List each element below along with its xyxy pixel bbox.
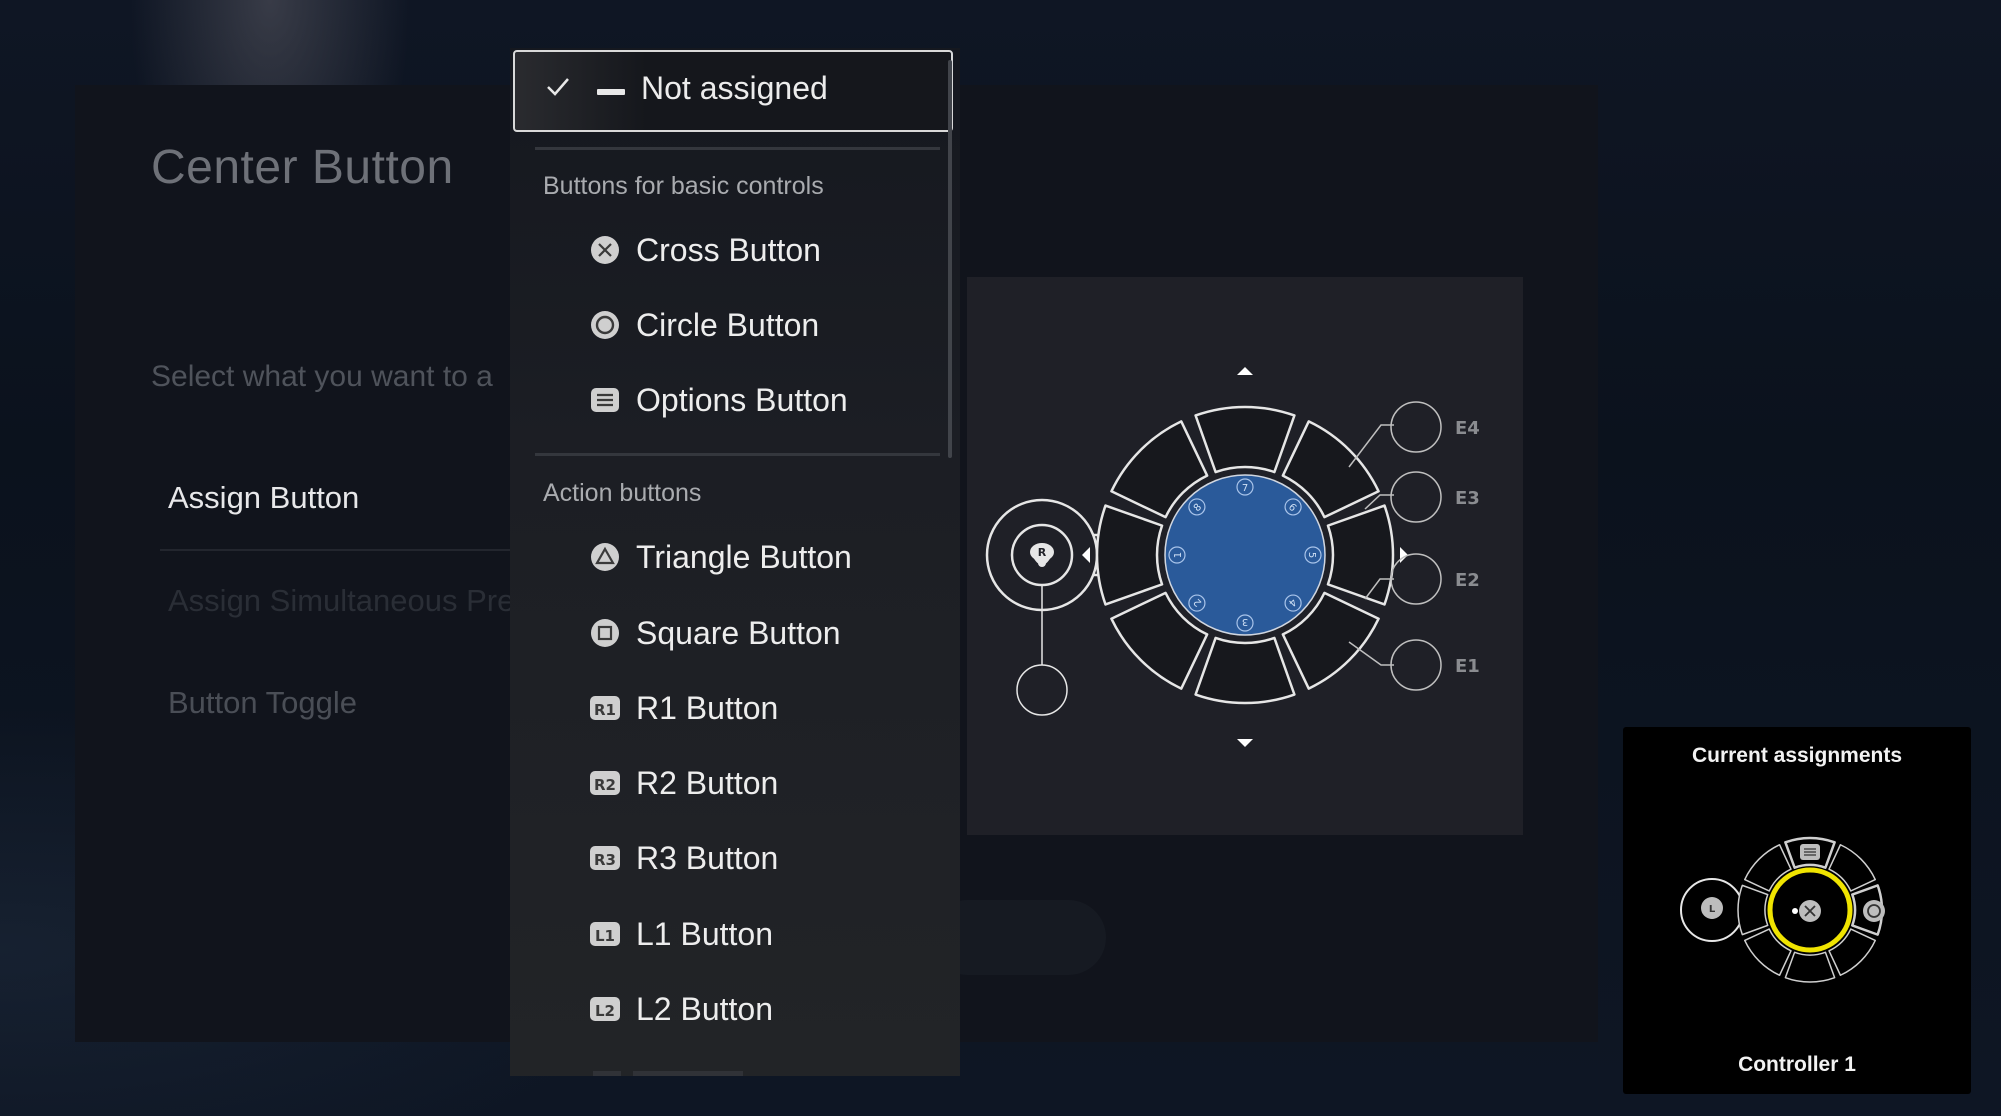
controller-diagram: R 12345678 E4 E3 E2 E1 [967,277,1523,835]
dropdown-option-r2[interactable]: R2 R2 Button [590,758,778,808]
dropdown-option-not-assigned[interactable]: Not assigned [513,50,953,132]
center-indicator-dot [1792,908,1798,914]
r2-icon: R2 [590,768,620,798]
section-header-basic: Buttons for basic controls [543,172,824,200]
svg-text:L2: L2 [595,1002,615,1020]
dropdown-divider [535,147,940,150]
page-title: Center Button [151,141,454,194]
svg-text:L: L [1709,904,1716,915]
svg-text:R: R [1038,546,1047,559]
svg-text:R1: R1 [594,701,616,719]
down-arrow-icon [1237,739,1253,747]
svg-text:L1: L1 [595,927,615,945]
e3-label: E3 [1455,488,1480,509]
assign-button-option[interactable]: Assign Button [168,480,359,516]
assign-simultaneous-press-option: Assign Simultaneous Pre [168,583,515,618]
expansion-port-e4[interactable] [1390,401,1442,453]
expansion-port-e1[interactable] [1390,639,1442,691]
ring-button-right[interactable] [1326,504,1395,606]
controller-label: Controller 1 [1738,1053,1856,1076]
e1-label: E1 [1455,656,1480,677]
checkmark-icon [547,78,569,96]
button-toggle-option[interactable]: Button Toggle [168,685,357,721]
svg-text:R2: R2 [594,776,616,794]
expansion-port-e2[interactable] [1390,553,1442,605]
options-icon [590,385,620,415]
dropdown-divider [535,453,940,456]
mini-ring-button-bottom[interactable] [1784,951,1836,983]
dropdown-option-cross[interactable]: Cross Button [590,225,821,275]
circle-icon [590,310,620,340]
ring-button-bottom[interactable] [1194,636,1296,705]
section-header-action: Action buttons [543,479,702,507]
menu-divider [160,549,520,551]
dropdown-option-partial [593,1071,743,1076]
dropdown-option-l2[interactable]: L2 L2 Button [590,984,773,1034]
dropdown-option-r1[interactable]: R1 R1 Button [590,683,778,733]
e2-label: E2 [1455,570,1480,591]
stick-r-icon: R [1030,543,1054,567]
cross-icon [590,235,620,265]
dropdown-scrollbar[interactable] [948,60,952,458]
controller-diagram-svg: R 12345678 E4 E3 E2 E1 [985,367,1480,747]
dropdown-option-r3[interactable]: R3 R3 Button [590,833,778,883]
center-button[interactable] [1164,474,1326,636]
mini-circle-icon [1863,900,1885,922]
dropdown-option-square[interactable]: Square Button [590,608,841,658]
dropdown-option-circle[interactable]: Circle Button [590,300,819,350]
e4-label: E4 [1455,418,1480,439]
triangle-icon [590,542,620,572]
l1-icon: L1 [590,919,620,949]
mini-ring-button-left[interactable] [1737,884,1769,936]
stick-button-slot[interactable] [1016,664,1068,716]
ring-button-top[interactable] [1194,405,1296,474]
dash-icon [597,89,625,95]
svg-text:7: 7 [1242,483,1248,494]
r3-icon: R3 [590,843,620,873]
mini-cross-icon [1799,900,1821,922]
mini-stick-l-icon: L [1701,897,1723,919]
dropdown-option-triangle[interactable]: Triangle Button [590,532,852,582]
ring-button-left[interactable] [1095,504,1164,606]
dropdown-option-label: Not assigned [641,70,828,106]
instruction-text: Select what you want to a [151,360,493,393]
left-arrow-icon [1082,547,1090,563]
svg-text:3: 3 [1242,616,1248,627]
expansion-port-e3[interactable] [1390,471,1442,523]
mini-controller-diagram: L [1680,836,1885,983]
svg-text:5: 5 [1306,552,1317,558]
square-icon [590,618,620,648]
svg-text:R3: R3 [594,851,616,869]
svg-text:1: 1 [1173,552,1184,558]
l2-icon: L2 [590,994,620,1024]
dropdown-option-l1[interactable]: L1 L1 Button [590,909,773,959]
mini-options-icon [1800,844,1820,860]
r1-icon: R1 [590,693,620,723]
current-assignments-panel: Current assignments L Controller 1 [1623,727,1971,1094]
dropdown-option-options[interactable]: Options Button [590,375,848,425]
assignment-dropdown[interactable]: Not assigned Buttons for basic controls … [510,48,960,1076]
up-arrow-icon [1237,367,1253,375]
